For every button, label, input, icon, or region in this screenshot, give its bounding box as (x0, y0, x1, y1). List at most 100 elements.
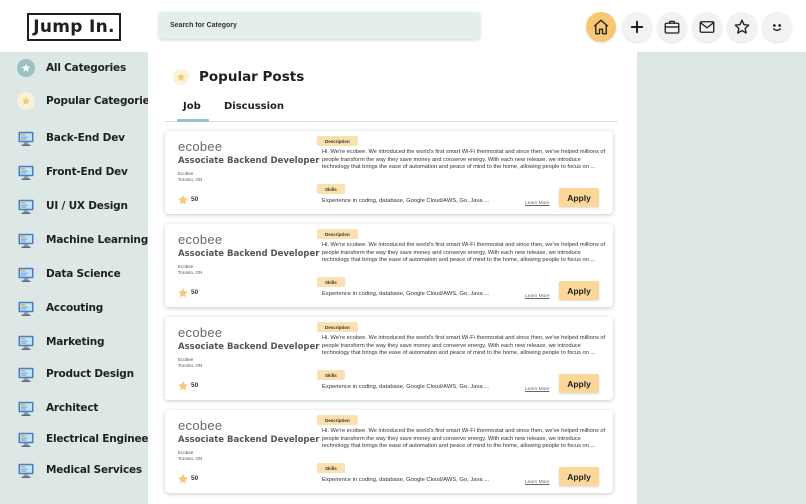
sidebar-item-back-end-dev[interactable]: Back-End Dev (0, 126, 148, 150)
job-post-card[interactable]: ecobee Associate Backend Developer Ecobee T… (165, 317, 613, 400)
description-badge: Description (317, 229, 358, 239)
sidebar-item-label: Product Design (46, 368, 134, 380)
sidebar-item-label: Back-End Dev (46, 132, 125, 144)
computer-icon (17, 197, 35, 215)
skills-badge: Skills (317, 277, 345, 287)
sidebar-item-architect[interactable]: Architect (0, 396, 148, 420)
tabs-divider (165, 121, 618, 122)
sidebar-item-label: Electrical Engineer (46, 433, 154, 445)
company-logo-text: ecobee (178, 139, 223, 154)
star-icon (17, 92, 35, 110)
sidebar-item-machine-learning[interactable]: Machine Learning (0, 228, 148, 252)
job-location: Toronto, ON (178, 456, 203, 461)
computer-icon (17, 399, 35, 417)
job-title[interactable]: Associate Backend Developer (178, 342, 319, 352)
category-sidebar: All Categories Popular Categories Back-End… (0, 52, 156, 504)
star-icon (734, 19, 750, 34)
learn-more-link[interactable]: Learn More (525, 480, 550, 485)
favorites-button[interactable] (727, 12, 757, 42)
tab-discussion[interactable]: Discussion (224, 101, 284, 112)
company-logo-text: ecobee (178, 232, 223, 247)
post-score: 50 (191, 196, 199, 203)
learn-more-link[interactable]: Learn More (525, 387, 550, 392)
skills-badge: Skills (317, 370, 345, 380)
computer-icon (17, 430, 35, 448)
job-description: Hi. We're ecobee. We introduced the worl… (322, 428, 606, 450)
score-star-icon (178, 288, 188, 298)
sidebar-item-electrical-engineer[interactable]: Electrical Engineer (0, 427, 154, 451)
home-button[interactable] (586, 12, 616, 42)
sidebar-item-label: All Categories (46, 62, 126, 74)
top-header: Jump In. (0, 0, 806, 52)
description-badge: Description (317, 415, 358, 425)
sidebar-item-all-categories[interactable]: All Categories (0, 56, 148, 80)
job-title[interactable]: Associate Backend Developer (178, 435, 319, 445)
app-logo[interactable]: Jump In. (27, 13, 121, 41)
sidebar-item-marketing[interactable]: Marketing (0, 330, 148, 354)
sidebar-item-medical-services[interactable]: Medical Services (0, 458, 148, 482)
description-badge: Description (317, 322, 358, 332)
job-post-card[interactable]: ecobee Associate Backend Developer Ecobee T… (165, 224, 613, 307)
profile-button[interactable] (762, 12, 792, 42)
job-title[interactable]: Associate Backend Developer (178, 156, 319, 166)
briefcase-icon (664, 20, 680, 34)
learn-more-link[interactable]: Learn More (525, 201, 550, 206)
job-skills: Experience in coding, database, Google C… (322, 291, 490, 297)
computer-icon (17, 299, 35, 317)
apply-button[interactable]: Apply (559, 374, 599, 393)
plus-icon (630, 20, 644, 34)
messages-button[interactable] (692, 12, 722, 42)
computer-icon (17, 163, 35, 181)
main-content: Popular Posts Job Discussion ecobee Assoc… (148, 52, 637, 504)
job-skills: Experience in coding, database, Google C… (322, 384, 490, 390)
apply-button[interactable]: Apply (559, 188, 599, 207)
skills-badge: Skills (317, 184, 345, 194)
search-input[interactable] (170, 22, 480, 29)
sidebar-item-label: Data Science (46, 268, 121, 280)
job-post-card[interactable]: ecobee Associate Backend Developer Ecobee T… (165, 131, 613, 214)
company-logo-text: ecobee (178, 325, 223, 340)
score-star-icon (178, 474, 188, 484)
sidebar-item-label: UI / UX Design (46, 200, 128, 212)
right-panel (637, 52, 806, 504)
star-icon (17, 59, 35, 77)
company-name: Ecobee (178, 264, 194, 269)
apply-button[interactable]: Apply (559, 467, 599, 486)
computer-icon (17, 333, 35, 351)
skills-badge: Skills (317, 463, 345, 473)
company-logo-text: ecobee (178, 418, 223, 433)
job-skills: Experience in coding, database, Google C… (322, 198, 490, 204)
job-skills: Experience in coding, database, Google C… (322, 477, 490, 483)
sidebar-item-front-end-dev[interactable]: Front-End Dev (0, 160, 148, 184)
search-bar[interactable] (159, 12, 480, 39)
job-title[interactable]: Associate Backend Developer (178, 249, 319, 259)
sidebar-item-accouting[interactable]: Accouting (0, 296, 148, 320)
active-tab-indicator (177, 119, 209, 122)
sidebar-item-data-science[interactable]: Data Science (0, 262, 148, 286)
sidebar-item-ui-ux-design[interactable]: UI / UX Design (0, 194, 148, 218)
company-name: Ecobee (178, 357, 194, 362)
home-icon (593, 19, 609, 35)
company-name: Ecobee (178, 171, 194, 176)
page-title: Popular Posts (199, 69, 305, 85)
sidebar-item-product-design[interactable]: Product Design (0, 362, 148, 386)
sidebar-item-popular-categories[interactable]: Popular Categories (0, 89, 156, 113)
sidebar-item-label: Accouting (46, 302, 104, 314)
computer-icon (17, 129, 35, 147)
jobs-button[interactable] (657, 12, 687, 42)
popular-star-icon (173, 69, 189, 85)
description-badge: Description (317, 136, 358, 146)
company-name: Ecobee (178, 450, 194, 455)
apply-button[interactable]: Apply (559, 281, 599, 300)
job-post-card[interactable]: ecobee Associate Backend Developer Ecobee T… (165, 410, 613, 493)
learn-more-link[interactable]: Learn More (525, 294, 550, 299)
job-description: Hi. We're ecobee. We introduced the worl… (322, 335, 606, 357)
tab-job[interactable]: Job (183, 101, 201, 112)
sidebar-item-label: Marketing (46, 336, 105, 348)
job-location: Toronto, ON (178, 363, 203, 368)
sidebar-item-label: Front-End Dev (46, 166, 128, 178)
job-description: Hi. We're ecobee. We introduced the worl… (322, 149, 606, 171)
sidebar-item-label: Architect (46, 402, 99, 414)
add-button[interactable] (622, 12, 652, 42)
score-star-icon (178, 381, 188, 391)
